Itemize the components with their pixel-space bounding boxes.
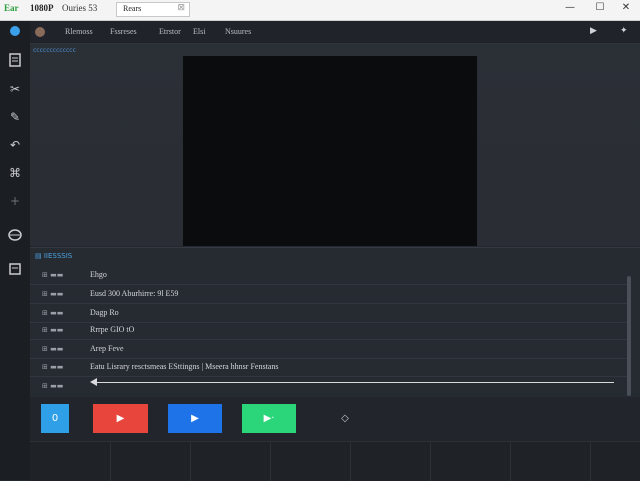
- pin-icon[interactable]: ✦: [620, 26, 628, 36]
- undo-icon[interactable]: ↶: [7, 137, 23, 153]
- play-icon[interactable]: ▶: [590, 26, 597, 36]
- close-button[interactable]: ✕: [616, 2, 636, 16]
- menu-item-5[interactable]: Nsuures: [225, 27, 251, 36]
- preview-label: ccccccccccccc: [33, 47, 76, 54]
- crop-icon[interactable]: ⌘: [7, 165, 23, 181]
- list-item[interactable]: ⊞ ▬▬ Ehgo: [30, 266, 630, 285]
- settings-button[interactable]: ◇: [330, 404, 360, 433]
- row-text: Ehgo: [90, 270, 107, 279]
- action-bar: 0 ▶ ▶ ▶· ◇: [30, 397, 640, 441]
- panel-title: ▤ IIESSSIS: [35, 252, 73, 260]
- row-icon: ⊞ ▬▬: [42, 363, 64, 371]
- divider: [110, 442, 111, 481]
- menu-logo-icon[interactable]: [35, 27, 45, 37]
- plus-icon[interactable]: +: [7, 193, 23, 209]
- title-bar: Ear 1080P Ouries 53 Rears ⊠ — ☐ ✕: [0, 0, 640, 21]
- divider: [190, 442, 191, 481]
- disc-icon[interactable]: [7, 229, 23, 245]
- app-title: 1080P: [30, 3, 54, 13]
- row-icon: ⊞ ▬▬: [42, 382, 64, 390]
- camera-icon[interactable]: [7, 25, 23, 41]
- divider: [270, 442, 271, 481]
- play-button[interactable]: ▶: [168, 404, 222, 433]
- maximize-button[interactable]: ☐: [590, 2, 610, 16]
- row-icon: ⊞ ▬▬: [42, 345, 64, 353]
- row-text: Dagp Ro: [90, 308, 119, 317]
- divider: [510, 442, 511, 481]
- row-text: Arep Feve: [90, 344, 124, 353]
- divider: [590, 442, 591, 481]
- edit-icon[interactable]: ✎: [7, 109, 23, 125]
- tab-rears[interactable]: Rears ⊠: [116, 2, 190, 17]
- menu-item-2[interactable]: Fssreses: [110, 27, 137, 36]
- row-icon: ⊞ ▬▬: [42, 309, 64, 317]
- tab-label: Rears: [123, 4, 142, 13]
- list-item[interactable]: ⊞ ▬▬ Rrrpe GIO tO: [30, 321, 630, 340]
- minimize-button[interactable]: —: [560, 2, 580, 16]
- export-button[interactable]: ▶·: [242, 404, 296, 433]
- row-text: Eusd 300 Aburhirre: 9l E59: [90, 289, 179, 298]
- app-logo: Ear: [4, 3, 19, 13]
- row-icon: ⊞ ▬▬: [42, 290, 64, 298]
- list-item[interactable]: ⊞ ▬▬ Eatu Lisrary resctsmeas ESttingns |…: [30, 358, 630, 377]
- menu-item-1[interactable]: Rlemoss: [65, 27, 93, 36]
- properties-panel: ▤ IIESSSIS ⊞ ▬▬ Ehgo ⊞ ▬▬ Eusd 300 Aburh…: [30, 247, 640, 398]
- divider: [430, 442, 431, 481]
- grid-icon[interactable]: [7, 263, 23, 279]
- info-button[interactable]: 0: [41, 404, 69, 433]
- menu-item-3[interactable]: Etrstor: [159, 27, 181, 36]
- document-icon[interactable]: [7, 53, 23, 69]
- record-button[interactable]: ▶: [93, 404, 148, 433]
- scissors-icon[interactable]: ✂: [7, 81, 23, 97]
- video-preview[interactable]: [183, 56, 477, 246]
- list-item[interactable]: ⊞ ▬▬: [30, 377, 630, 395]
- top-menu: Rlemoss Fssreses Etrstor Elsi Nsuures ▶ …: [30, 21, 640, 44]
- row-text: Rrrpe GIO tO: [90, 325, 135, 334]
- timeline-line[interactable]: [94, 382, 614, 383]
- list-item[interactable]: ⊞ ▬▬ Arep Feve: [30, 340, 630, 359]
- divider: [350, 442, 351, 481]
- list-item[interactable]: ⊞ ▬▬ Eusd 300 Aburhirre: 9l E59: [30, 285, 630, 304]
- menu-item-4[interactable]: Elsi: [193, 27, 205, 36]
- app-subtitle: Ouries 53: [62, 3, 98, 13]
- row-text: Eatu Lisrary resctsmeas ESttingns | Msee…: [90, 362, 279, 371]
- preview-area: ccccccccccccc: [30, 44, 640, 246]
- row-icon: ⊞ ▬▬: [42, 271, 64, 279]
- panel-scrollbar[interactable]: [627, 276, 631, 396]
- tab-close-icon[interactable]: ⊠: [177, 3, 185, 13]
- row-icon: ⊞ ▬▬: [42, 326, 64, 334]
- left-toolbar: ✂ ✎ ↶ ⌘ +: [0, 21, 31, 480]
- status-bar: [30, 441, 640, 481]
